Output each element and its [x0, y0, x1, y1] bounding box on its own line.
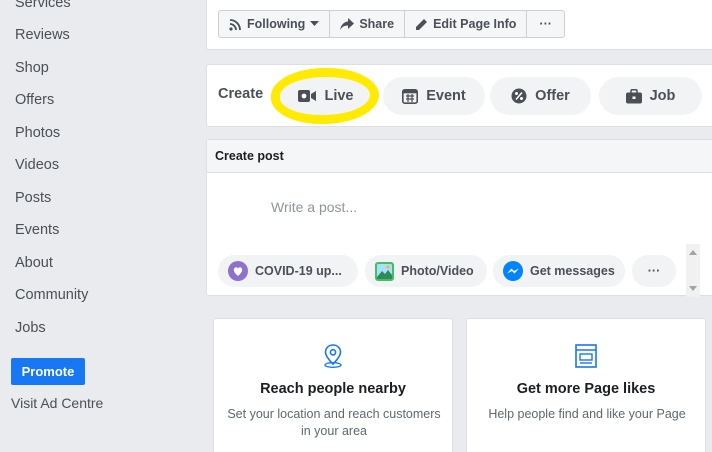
photo-icon	[375, 261, 394, 281]
post-scrollbar[interactable]	[686, 244, 700, 297]
share-button[interactable]: Share	[330, 11, 406, 37]
offer-tag-icon	[511, 88, 527, 104]
edit-page-info-label: Edit Page Info	[433, 17, 517, 31]
more-post-options-button[interactable]: ···	[632, 255, 676, 287]
sidebar-item-reviews[interactable]: Reviews	[15, 27, 70, 43]
create-post-card: Create post Write a post... COVID-19 up.…	[206, 139, 712, 297]
sidebar-item-about[interactable]: About	[15, 255, 53, 271]
covid-update-label: COVID-19 up...	[255, 264, 342, 278]
rss-icon	[229, 18, 241, 31]
calendar-icon	[402, 88, 419, 104]
page-likes-card[interactable]: Get more Page likes Help people find and…	[466, 318, 706, 452]
page-actions-toolbar: Following Share Edit Page Info ···	[218, 10, 565, 38]
pencil-icon	[416, 18, 428, 30]
page-actions-card: Following Share Edit Page Info ···	[206, 0, 712, 50]
sidebar-item-shop[interactable]: Shop	[15, 60, 49, 76]
sidebar-item-videos[interactable]: Videos	[15, 157, 59, 173]
page-icon	[575, 344, 597, 368]
create-job-button[interactable]: Job	[599, 77, 702, 115]
offer-label: Offer	[535, 88, 570, 104]
sidebar-item-offers[interactable]: Offers	[15, 92, 54, 108]
scroll-up-arrow-icon[interactable]	[689, 250, 697, 255]
write-post-input[interactable]: Write a post...	[271, 199, 357, 215]
briefcase-icon	[625, 88, 642, 103]
covid-update-button[interactable]: COVID-19 up...	[218, 255, 358, 287]
page-likes-desc: Help people find and like your Page	[488, 407, 686, 421]
share-label: Share	[359, 17, 395, 31]
get-messages-label: Get messages	[530, 264, 615, 278]
get-messages-button[interactable]: Get messages	[493, 255, 625, 287]
visit-ad-centre-link[interactable]: Visit Ad Centre	[11, 395, 103, 411]
sidebar-item-photos[interactable]: Photos	[15, 125, 60, 141]
sidebar-item-services[interactable]: Services	[15, 0, 71, 11]
reach-people-title: Reach people nearby	[260, 381, 406, 397]
photo-video-label: Photo/Video	[401, 264, 474, 278]
location-pin-icon	[324, 344, 342, 369]
sidebar: Services Reviews Shop Offers Photos Vide…	[0, 0, 205, 452]
sidebar-item-community[interactable]: Community	[15, 287, 88, 303]
heart-badge-icon	[228, 261, 248, 281]
sidebar-item-posts[interactable]: Posts	[15, 190, 51, 206]
share-arrow-icon	[340, 18, 355, 30]
create-offer-button[interactable]: Offer	[490, 77, 591, 115]
reach-people-card[interactable]: Reach people nearby Set your location an…	[213, 318, 453, 452]
page-likes-title: Get more Page likes	[516, 381, 656, 397]
create-event-button[interactable]: Event	[383, 77, 485, 115]
create-label: Create	[218, 86, 264, 102]
avatar	[221, 192, 255, 226]
caret-down-icon	[310, 21, 320, 26]
photo-video-button[interactable]: Photo/Video	[365, 255, 487, 287]
sidebar-item-events[interactable]: Events	[15, 222, 59, 238]
scroll-down-arrow-icon[interactable]	[689, 286, 697, 291]
promote-button[interactable]: Promote	[11, 358, 85, 385]
messenger-icon	[503, 261, 523, 281]
job-label: Job	[649, 88, 676, 104]
event-label: Event	[426, 88, 466, 104]
following-button[interactable]: Following	[219, 11, 331, 37]
more-options-button[interactable]: ···	[527, 11, 564, 37]
reach-people-desc: Set your location and reach customers in…	[227, 407, 441, 438]
edit-page-info-button[interactable]: Edit Page Info	[405, 11, 528, 37]
sidebar-item-jobs[interactable]: Jobs	[15, 320, 46, 336]
following-label: Following	[247, 17, 306, 31]
create-post-title: Create post	[215, 149, 284, 163]
create-post-header: Create post	[207, 140, 712, 173]
